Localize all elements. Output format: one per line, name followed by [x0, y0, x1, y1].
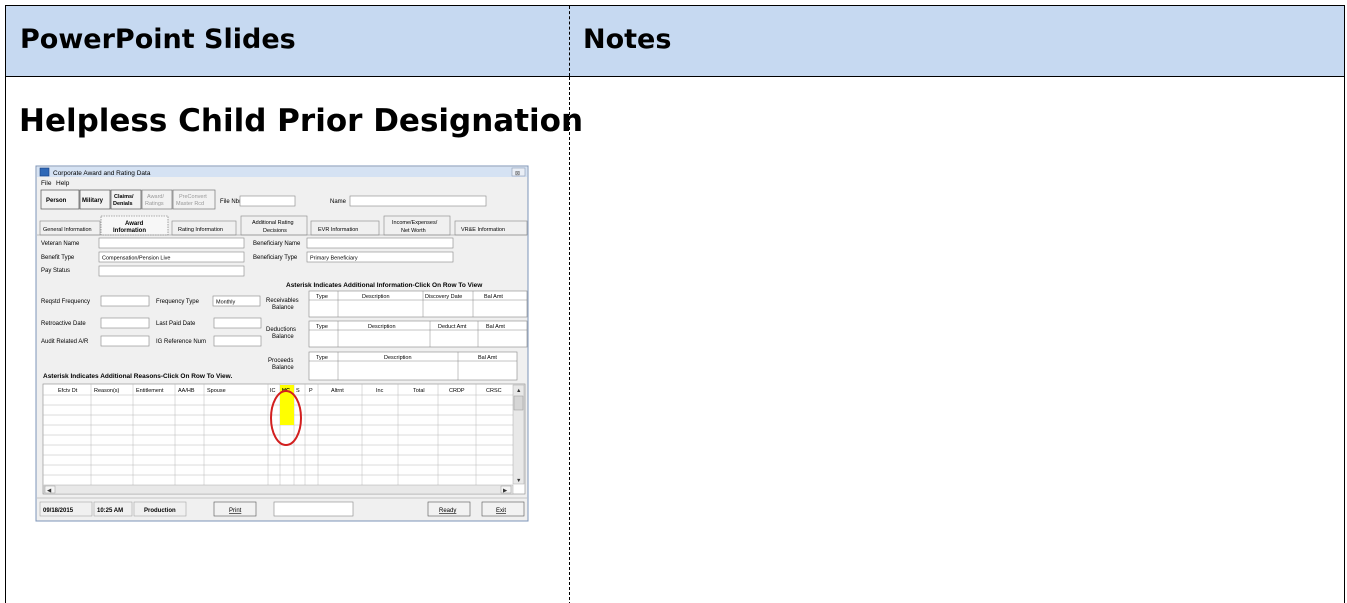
claims-button-label: Claims/ — [114, 194, 134, 200]
tab-additional-label2: Decisions — [263, 228, 287, 234]
status-time: 10:25 AM — [97, 508, 123, 514]
tab-award-label: Award — [125, 221, 144, 227]
exit-button-label: Exit — [496, 508, 506, 514]
status-env: Production — [144, 508, 176, 514]
preconvert-button-label2: Master Rcd — [176, 201, 204, 207]
scroll-down-icon: ▼ — [516, 478, 521, 484]
reqstd-frequency-label: Reqstd Frequency — [41, 299, 90, 305]
reqstd-frequency-input[interactable] — [100, 295, 150, 307]
tab-income-label: Income/Expenses/ — [392, 220, 438, 226]
menu-file[interactable]: File — [41, 180, 52, 187]
deductions-col-description: Description — [368, 324, 396, 330]
grid-col-reasons: Reason(s) — [94, 388, 120, 394]
pay-status-label: Pay Status — [41, 268, 70, 274]
ig-reference-label: IG Reference Num — [156, 339, 206, 345]
grid-col-spouse: Spouse — [207, 388, 226, 394]
person-button-label: Person — [46, 198, 67, 204]
benefit-type-value: Compensation/Pension Live — [102, 256, 171, 262]
asterisk-info-text: Asterisk Indicates Additional Informatio… — [286, 282, 483, 289]
scroll-thumb[interactable] — [513, 395, 524, 411]
tab-evr-label: EVR Information — [318, 227, 358, 233]
deductions-label: Deductions — [266, 327, 296, 333]
retroactive-date-label: Retroactive Date — [41, 321, 86, 327]
last-paid-date-input[interactable] — [213, 317, 262, 329]
ready-button-label: Ready — [439, 508, 456, 514]
name-label: Name — [330, 199, 347, 205]
beneficiary-name-label: Beneficiary Name — [253, 241, 301, 247]
app-screenshot: Corporate Award and Rating Data ⊠ File H… — [35, 165, 529, 522]
proceeds-label2: Balance — [272, 365, 294, 371]
scroll-up-icon: ▲ — [516, 388, 521, 394]
beneficiary-type-label: Beneficiary Type — [253, 255, 298, 261]
asterisk-reasons-text: Asterisk Indicates Additional Reasons-Cl… — [43, 373, 232, 380]
grid-col-ic: IC — [270, 388, 276, 394]
grid-col-altrnt: Altrnt — [331, 388, 344, 394]
tab-additional-label: Additional Rating — [252, 220, 294, 226]
grid-horizontal-scrollbar[interactable] — [43, 484, 514, 495]
status-message-field — [273, 501, 354, 517]
tab-income-label2: Net Worth — [401, 228, 426, 234]
receivables-col-description: Description — [362, 294, 390, 300]
audit-related-input[interactable] — [100, 335, 150, 347]
claims-button-label2: Denials — [113, 201, 133, 207]
receivables-col-balamt: Bal Amt — [484, 294, 503, 300]
veteran-name-label: Veteran Name — [41, 241, 80, 247]
menu-help[interactable]: Help — [56, 180, 70, 187]
tab-award-label2: Information — [113, 228, 146, 234]
name-input[interactable] — [349, 195, 487, 207]
grid-col-entitlement: Entitlement — [136, 388, 164, 394]
military-button-label: Military — [82, 198, 104, 204]
frequency-type-value: Monthly — [216, 300, 236, 306]
proceeds-col-description: Description — [384, 355, 412, 361]
grid-col-crdp: CRDP — [449, 388, 465, 394]
beneficiary-type-value: Primary Beneficiary — [310, 256, 358, 262]
tab-vre-label: VR&E Information — [461, 227, 505, 233]
proceeds-col-balamt: Bal Amt — [478, 355, 497, 361]
grid-col-total: Total — [413, 388, 425, 394]
receivables-label2: Balance — [272, 305, 294, 311]
award-button-label: Award/ — [147, 194, 164, 200]
last-paid-date-label: Last Paid Date — [156, 321, 196, 327]
grid-col-crsc: CRSC — [486, 388, 502, 394]
deductions-label2: Balance — [272, 334, 294, 340]
close-icon: ⊠ — [515, 171, 520, 177]
audit-related-label: Audit Related A/R — [41, 339, 89, 345]
proceeds-label: Proceeds — [268, 358, 293, 364]
app-window-icon — [39, 167, 50, 177]
grid-col-s: S — [296, 388, 300, 394]
file-nbr-input[interactable] — [239, 195, 296, 207]
veteran-name-input[interactable] — [98, 237, 245, 249]
receivables-col-discovery: Discovery Date — [425, 294, 462, 300]
grid-col-efctv-dt: Efctv Dt — [58, 388, 78, 394]
tab-rating-label: Rating Information — [178, 227, 223, 233]
tab-general-label: General Information — [43, 227, 92, 233]
deductions-col-deduct: Deduct Amt — [438, 324, 467, 330]
benefit-type-label: Benefit Type — [41, 255, 75, 261]
deductions-col-type: Type — [316, 324, 328, 330]
preconvert-button-label: PreConvert — [179, 194, 207, 200]
beneficiary-name-input[interactable] — [306, 237, 454, 249]
grid-col-inc: Inc — [376, 388, 384, 394]
app-window-title: Corporate Award and Rating Data — [53, 170, 151, 177]
grid-col-aahb: AA/HB — [178, 388, 195, 394]
pay-status-input[interactable] — [98, 265, 245, 277]
ig-reference-input[interactable] — [213, 335, 262, 347]
grid-col-p: P — [309, 388, 313, 394]
proceeds-col-type: Type — [316, 355, 328, 361]
retroactive-date-input[interactable] — [100, 317, 150, 329]
receivables-col-type: Type — [316, 294, 328, 300]
receivables-label: Receivables — [266, 298, 299, 304]
frequency-type-label: Frequency Type — [156, 299, 200, 305]
deductions-col-balamt: Bal Amt — [486, 324, 505, 330]
status-date: 09/18/2015 — [43, 508, 74, 514]
award-button-label2: Ratings — [145, 201, 164, 207]
print-button-label: Print — [229, 508, 242, 514]
file-nbr-label: File Nbr — [220, 199, 241, 205]
